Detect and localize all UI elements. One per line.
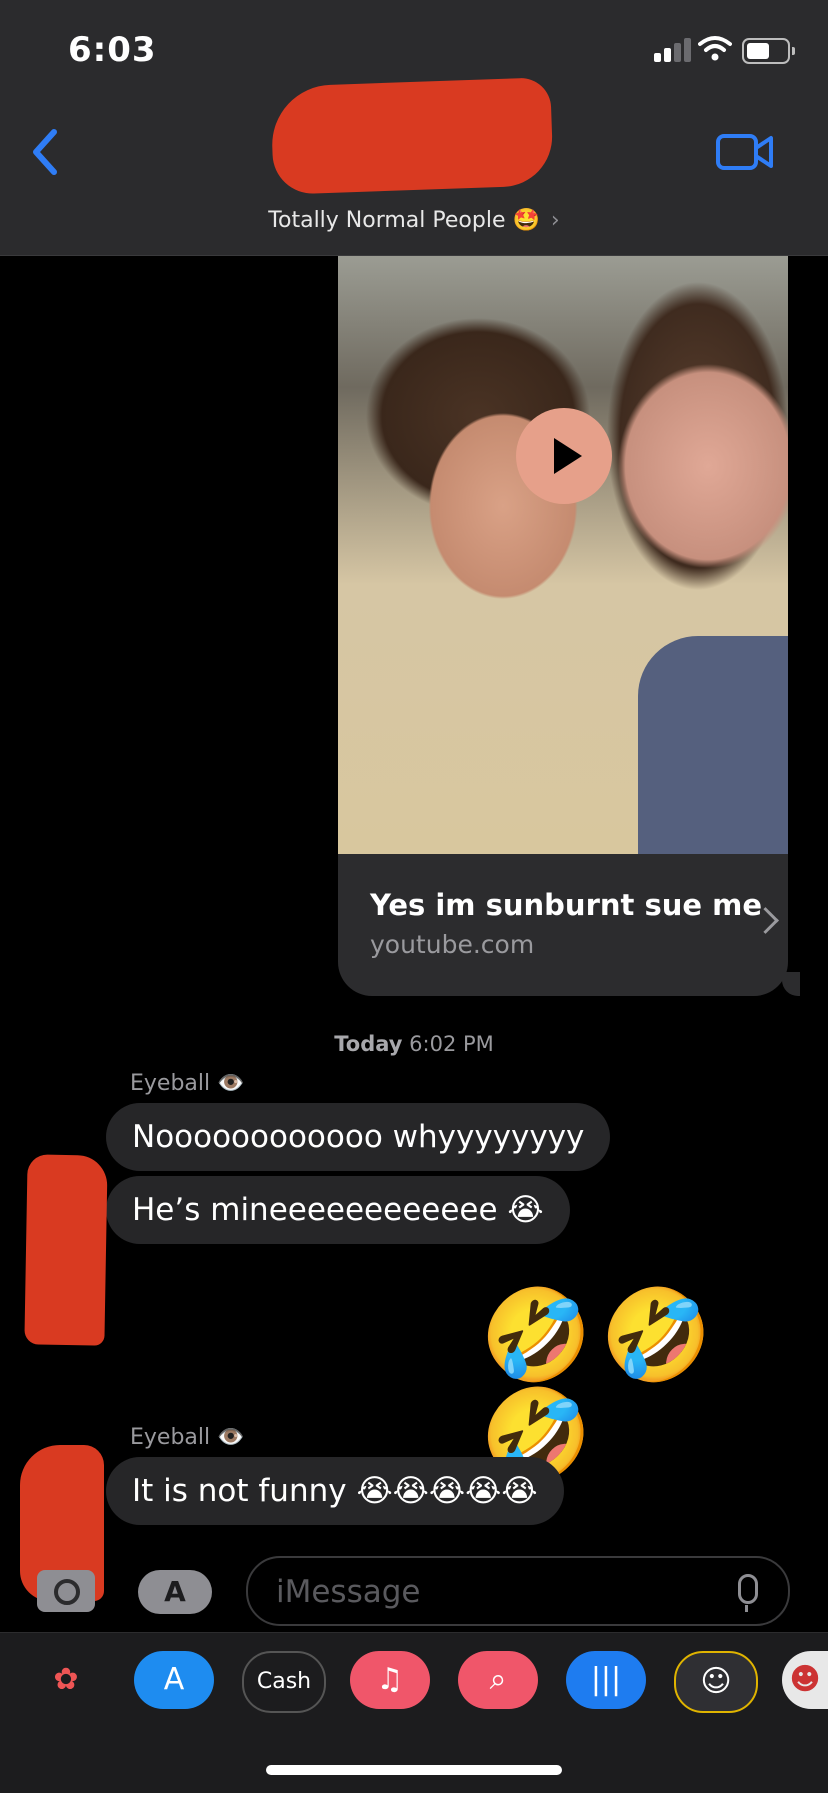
search-globe-icon: ⌕ (489, 1662, 507, 1697)
chevron-right-icon: › (550, 208, 560, 233)
link-title: Yes im sunburnt sue me (370, 888, 763, 922)
apple-cash-app-icon[interactable]: Cash (242, 1651, 326, 1713)
microphone-icon[interactable] (738, 1574, 758, 1612)
thumbnail-shape (638, 636, 788, 854)
photos-app-icon[interactable]: ✿ (26, 1651, 106, 1709)
app-store-app-icon[interactable]: A (134, 1651, 214, 1709)
music-app-icon[interactable]: ♫ (350, 1651, 430, 1709)
message-bubble[interactable]: Noooooooooooo whyyyyyyyy (106, 1103, 611, 1171)
back-chevron-icon[interactable] (30, 128, 62, 176)
home-indicator[interactable] (266, 1765, 562, 1775)
apple-cash-label: Cash (256, 1669, 312, 1694)
cellular-signal-icon (654, 38, 691, 62)
link-preview-card[interactable]: Yes im sunburnt sue me youtube.com (338, 256, 788, 996)
message-timestamp: Today 6:02 PM (0, 1032, 828, 1056)
timestamp-day: Today (334, 1032, 403, 1056)
message-input-container[interactable] (246, 1556, 790, 1626)
play-icon[interactable] (516, 408, 612, 504)
memoji-app-icon[interactable]: ☺ (674, 1651, 758, 1713)
bubble-tail (782, 972, 800, 996)
sender-name: Eyeball 👁️ (130, 1071, 245, 1096)
group-name: Totally Normal People 🤩 (268, 208, 540, 233)
battery-icon (742, 38, 795, 64)
sender-name: Eyeball 👁️ (130, 1425, 245, 1450)
message-bubble[interactable]: It is not funny 😭😭😭😭😭 (106, 1457, 564, 1525)
app-store-icon[interactable]: A (138, 1570, 212, 1614)
images-search-app-icon[interactable]: ⌕ (458, 1651, 538, 1709)
music-note-icon: ♫ (376, 1662, 404, 1697)
conversation-header: 6:03 Totally Normal People 🤩 › (0, 0, 828, 256)
link-source: youtube.com (370, 930, 535, 959)
contact-avatar-redacted[interactable] (270, 77, 554, 195)
app-store-icon: A (163, 1662, 185, 1697)
photos-icon: ✿ (53, 1662, 79, 1697)
memoji-icon: ☺ (700, 1664, 732, 1699)
stickers-app-icon[interactable]: ☻ (782, 1651, 828, 1709)
message-input[interactable] (274, 1558, 718, 1626)
video-thumbnail[interactable] (338, 256, 788, 854)
camera-icon[interactable] (37, 1570, 95, 1612)
waveform-icon: ||| (590, 1662, 622, 1697)
message-bubble[interactable]: He’s mineeeeeeeeeeee 😭 (106, 1176, 570, 1244)
sender-avatar-redacted[interactable] (24, 1154, 108, 1346)
audio-app-icon[interactable]: ||| (566, 1651, 646, 1709)
timestamp-time: 6:02 PM (409, 1032, 494, 1056)
wifi-icon (698, 36, 732, 61)
video-camera-icon[interactable] (716, 133, 774, 171)
sticker-icon: ☻ (789, 1662, 821, 1697)
status-time: 6:03 (68, 30, 157, 70)
emoji-message[interactable]: 🤣🤣🤣 (480, 1286, 828, 1486)
group-name-button[interactable]: Totally Normal People 🤩 › (0, 208, 828, 233)
